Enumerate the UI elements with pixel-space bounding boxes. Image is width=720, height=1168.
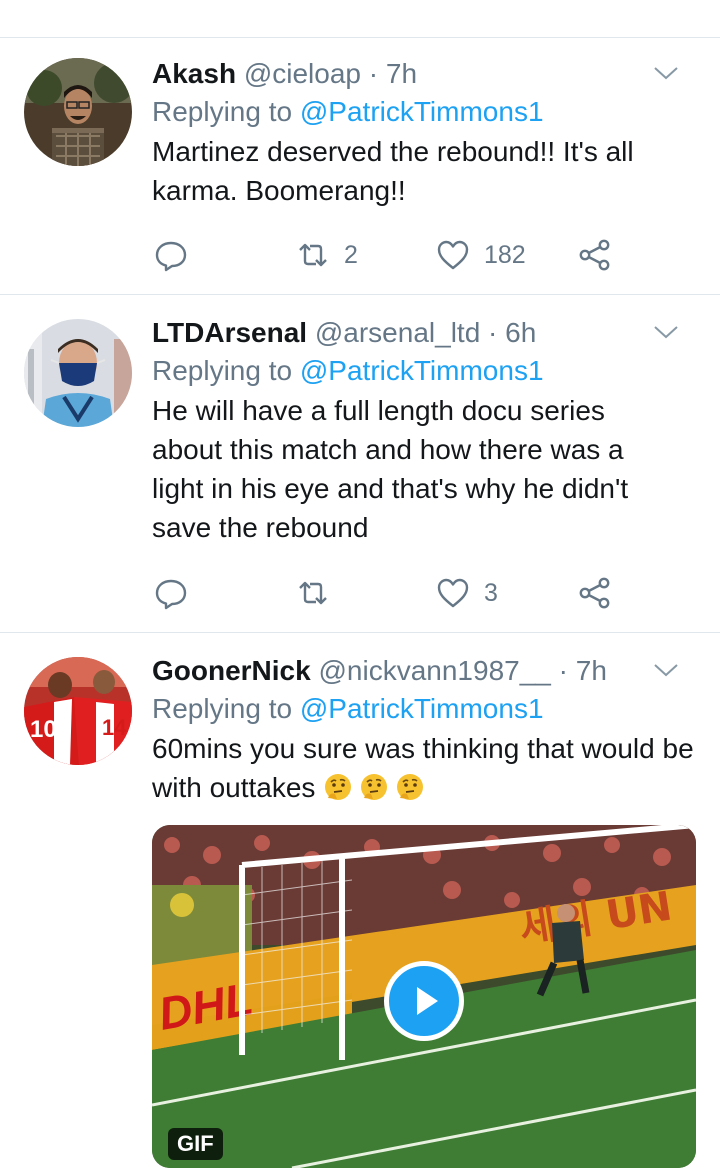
avatar[interactable]: 10 14: [24, 657, 132, 765]
avatar[interactable]: [24, 319, 132, 427]
gif-media[interactable]: DHL 세의 UN GIF: [152, 825, 696, 1168]
chevron-down-icon[interactable]: [652, 660, 680, 680]
chevron-down-icon[interactable]: [652, 63, 680, 83]
user-handle[interactable]: @cieloap: [244, 58, 361, 89]
retweet-icon: [299, 581, 327, 605]
share-icon: [579, 239, 610, 271]
tweet-divider: [0, 632, 720, 633]
tweet-header: GoonerNick @nickvann1987__ · 7h: [152, 654, 700, 688]
tweet-time: · 7h: [558, 655, 607, 686]
like-count: 182: [484, 240, 526, 269]
heart-icon: [437, 240, 469, 270]
user-handle[interactable]: @arsenal_ltd: [315, 317, 480, 348]
retweet-button[interactable]: 2: [296, 235, 358, 275]
gif-badge: GIF: [168, 1128, 223, 1160]
replying-to: Replying to @PatrickTimmons1: [152, 354, 700, 388]
replying-to-prefix: Replying to: [152, 355, 293, 386]
retweet-count: 2: [344, 240, 358, 269]
share-button[interactable]: [578, 573, 612, 613]
tweet-time: · 7h: [368, 58, 418, 89]
replying-to-prefix: Replying to: [152, 96, 293, 127]
replying-to: Replying to @PatrickTimmons1: [152, 95, 700, 129]
thinking-face-emoji: [325, 774, 352, 800]
tweet-time: · 6h: [488, 317, 537, 348]
display-name[interactable]: Akash: [152, 58, 236, 89]
replying-to-handle[interactable]: @PatrickTimmons1: [300, 355, 544, 386]
retweet-icon: [299, 243, 327, 267]
chevron-down-icon[interactable]: [652, 322, 680, 342]
play-icon: [417, 987, 438, 1015]
replying-to-prefix: Replying to: [152, 693, 293, 724]
avatar[interactable]: [24, 58, 132, 166]
tweet-header: Akash @cieloap · 7h: [152, 57, 700, 91]
thinking-face-emoji: [361, 774, 388, 800]
play-button[interactable]: [384, 961, 464, 1041]
heart-icon: [437, 578, 469, 608]
svg-text:10: 10: [30, 716, 57, 743]
reply-button[interactable]: [154, 573, 188, 613]
display-name[interactable]: GoonerNick: [152, 655, 311, 686]
user-handle[interactable]: @nickvann1987__: [318, 655, 550, 686]
tweet-divider: [0, 294, 720, 295]
replying-to: Replying to @PatrickTimmons1: [152, 692, 700, 726]
like-count: 3: [484, 578, 498, 607]
reply-icon: [155, 579, 187, 610]
thinking-face-emoji: [397, 774, 424, 800]
like-button[interactable]: 3: [436, 573, 498, 613]
replying-to-handle[interactable]: @PatrickTimmons1: [300, 96, 544, 127]
tweet-text-container: 60mins you sure was thinking that would …: [152, 729, 700, 807]
tweet-text: He will have a full length docu series a…: [152, 395, 629, 543]
top-divider: [0, 37, 720, 38]
retweet-button[interactable]: [296, 573, 344, 613]
reply-button[interactable]: [154, 235, 188, 275]
svg-text:14: 14: [102, 715, 127, 740]
share-icon: [579, 577, 610, 609]
share-button[interactable]: [578, 235, 612, 275]
replying-to-handle[interactable]: @PatrickTimmons1: [300, 693, 544, 724]
tweet-text: Martinez deserved the rebound!! It's all…: [152, 136, 634, 206]
tweet-header: LTDArsenal @arsenal_ltd · 6h: [152, 316, 700, 350]
reply-icon: [155, 241, 187, 272]
like-button[interactable]: 182: [436, 235, 526, 275]
display-name[interactable]: LTDArsenal: [152, 317, 307, 348]
